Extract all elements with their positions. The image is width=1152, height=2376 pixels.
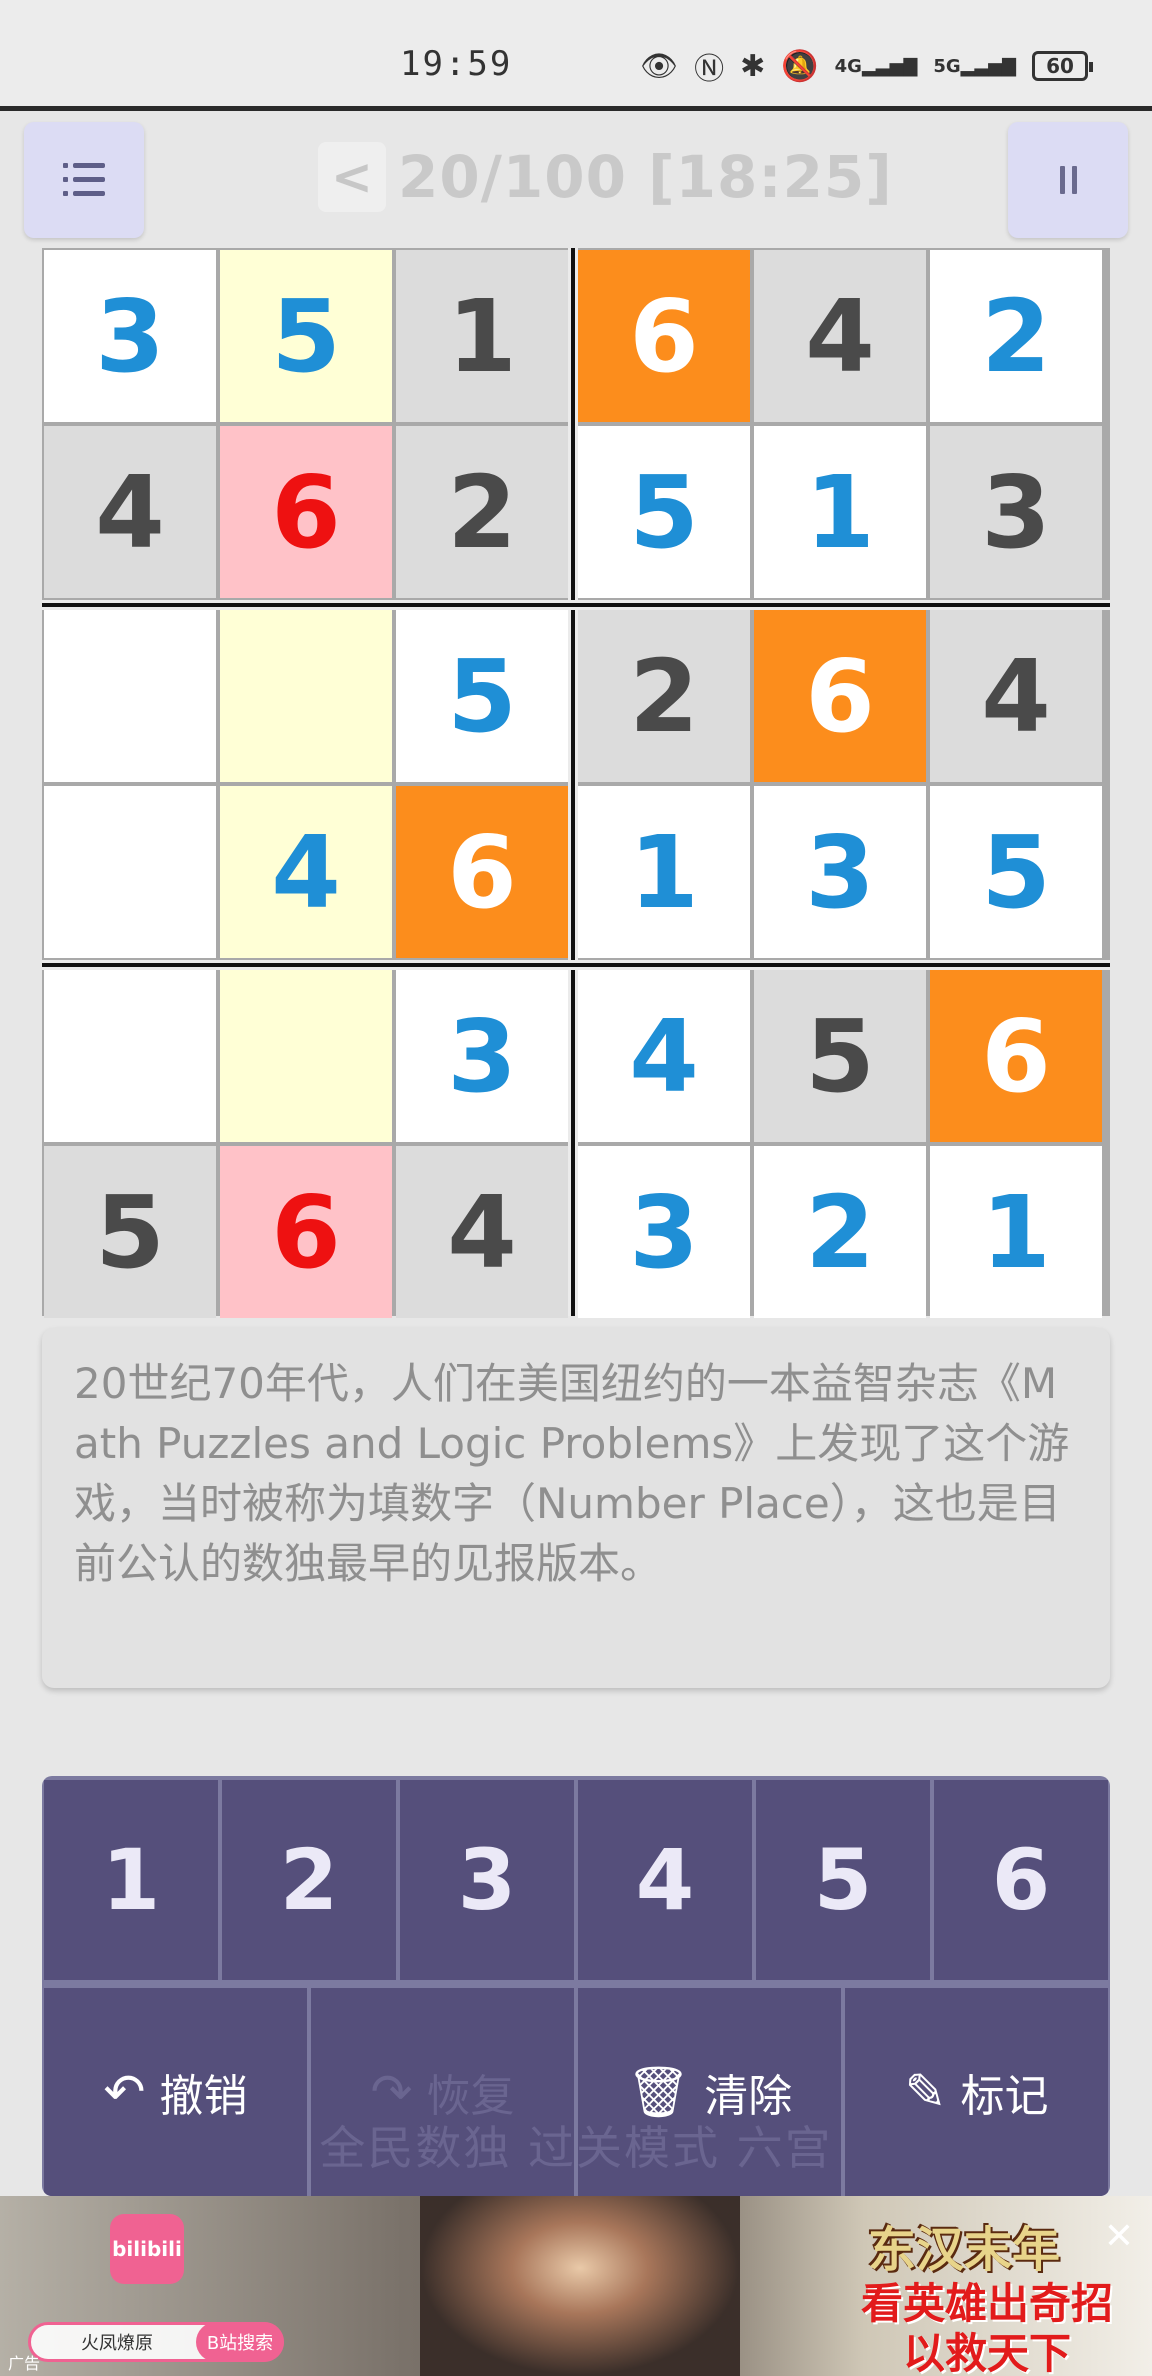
board-cell-r2-c4[interactable]: 5 <box>578 426 750 598</box>
board-cell-r5-c6[interactable]: 6 <box>930 970 1102 1142</box>
ad-close-icon[interactable]: ✕ <box>1104 2216 1134 2257</box>
list-icon <box>63 163 105 197</box>
nfc-icon: Ⓝ <box>694 52 725 87</box>
bluetooth-icon: ✱ <box>740 48 766 84</box>
pause-icon <box>1059 166 1077 194</box>
board-cell-r5-c5[interactable]: 5 <box>754 970 926 1142</box>
pause-button[interactable] <box>1008 122 1128 238</box>
board-cell-r6-c5[interactable]: 2 <box>754 1146 926 1318</box>
box-divider-vertical <box>568 248 578 1316</box>
status-icons: 👁 Ⓝ ✱ 🔕 4G▂▃▅▇ 5G▂▃▅▇ 60 <box>640 44 1093 88</box>
number-key-1[interactable]: 1 <box>44 1780 218 1980</box>
ad-banner[interactable]: bilibili 火凤燎原 B站搜索 广告 东汉末年 看英雄出奇招 以救天下 ✕ <box>0 2196 1152 2376</box>
header-center: < 20/100 [18:25] <box>318 142 893 212</box>
board-cell-r3-c5[interactable]: 6 <box>754 610 926 782</box>
signal-5g-icon: 5G▂▃▅▇ <box>933 55 1016 77</box>
battery-icon: 60 <box>1032 51 1093 81</box>
board-cell-r1-c4[interactable]: 6 <box>578 250 750 422</box>
board-cell-r1-c5[interactable]: 4 <box>754 250 926 422</box>
board-cell-r4-c5[interactable]: 3 <box>754 786 926 958</box>
board-cell-r6-c1[interactable]: 5 <box>44 1146 216 1318</box>
board-cell-r1-c2[interactable]: 5 <box>220 250 392 422</box>
hint-card: 20世纪70年代，人们在美国纽约的一本益智杂志《Math Puzzles and… <box>42 1328 1110 1688</box>
eye-icon: 👁 <box>640 48 679 84</box>
redo-icon: ↷ <box>370 2063 413 2121</box>
board-cell-r4-c6[interactable]: 5 <box>930 786 1102 958</box>
box-divider-line <box>42 963 1110 967</box>
board-cell-r2-c1[interactable]: 4 <box>44 426 216 598</box>
board-cell-r4-c1[interactable] <box>44 786 216 958</box>
board-cell-r6-c6[interactable]: 1 <box>930 1146 1102 1318</box>
board-cell-r3-c3[interactable]: 5 <box>396 610 568 782</box>
status-divider <box>0 106 1152 111</box>
menu-button[interactable] <box>24 122 144 238</box>
board-cell-r6-c3[interactable]: 4 <box>396 1146 568 1318</box>
board-cell-r1-c3[interactable]: 1 <box>396 250 568 422</box>
board-cell-r4-c4[interactable]: 1 <box>578 786 750 958</box>
board-cell-r5-c3[interactable]: 3 <box>396 970 568 1142</box>
board-cell-r6-c4[interactable]: 3 <box>578 1146 750 1318</box>
board-cell-r1-c1[interactable]: 3 <box>44 250 216 422</box>
board-cell-r3-c4[interactable]: 2 <box>578 610 750 782</box>
board-cell-r3-c6[interactable]: 4 <box>930 610 1102 782</box>
board-cell-r2-c5[interactable]: 1 <box>754 426 926 598</box>
board-cell-r3-c1[interactable] <box>44 610 216 782</box>
board-cell-r4-c3[interactable]: 6 <box>396 786 568 958</box>
box-divider-line <box>42 603 1110 607</box>
board-cell-r1-c6[interactable]: 2 <box>930 250 1102 422</box>
board-cell-r2-c6[interactable]: 3 <box>930 426 1102 598</box>
status-time: 19:59 <box>400 44 513 84</box>
board-cell-r2-c2[interactable]: 6 <box>220 426 392 598</box>
mute-icon: 🔕 <box>781 48 819 84</box>
ad-character-image <box>420 2196 740 2376</box>
board-cell-r5-c4[interactable]: 4 <box>578 970 750 1142</box>
ad-tag: 广告 <box>8 2354 41 2373</box>
board-cell-r5-c2[interactable] <box>220 970 392 1142</box>
box-divider-line <box>571 248 575 1316</box>
pencil-icon: ✎ <box>904 2063 947 2121</box>
box-divider-horizontal <box>42 960 1110 970</box>
board-cell-r3-c2[interactable] <box>220 610 392 782</box>
board-cell-r5-c1[interactable] <box>44 970 216 1142</box>
ad-search-button[interactable]: B站搜索 <box>196 2322 284 2362</box>
undo-icon: ↶ <box>103 2063 146 2121</box>
level-progress-timer: 20/100 [18:25] <box>398 143 893 211</box>
hint-text: 20世纪70年代，人们在美国纽约的一本益智杂志《Math Puzzles and… <box>74 1359 1070 1588</box>
sudoku-board: 3516424625135264461353456564321 <box>42 248 1110 1318</box>
number-key-4[interactable]: 4 <box>578 1780 752 1980</box>
number-key-2[interactable]: 2 <box>222 1780 396 1980</box>
board-cell-r4-c2[interactable]: 4 <box>220 786 392 958</box>
trash-icon: 🗑 <box>626 2063 691 2121</box>
number-key-5[interactable]: 5 <box>756 1780 930 1980</box>
box-divider-horizontal <box>42 600 1110 610</box>
number-key-3[interactable]: 3 <box>400 1780 574 1980</box>
board-cell-r6-c2[interactable]: 6 <box>220 1146 392 1318</box>
previous-level-button[interactable]: < <box>318 142 386 212</box>
signal-4g-icon: 4G▂▃▅▇ <box>834 55 918 77</box>
number-row: 123456 <box>42 1776 1110 1980</box>
ad-subtitle-2: 以救天下 <box>902 2329 1071 2376</box>
board-cell-r2-c3[interactable]: 2 <box>396 426 568 598</box>
status-bar: 19:59 👁 Ⓝ ✱ 🔕 4G▂▃▅▇ 5G▂▃▅▇ 60 <box>0 0 1152 106</box>
mode-watermark: 全民数独 过关模式 六宫 <box>319 2121 833 2175</box>
bilibili-logo: bilibili <box>110 2214 184 2284</box>
number-key-6[interactable]: 6 <box>934 1780 1108 1980</box>
